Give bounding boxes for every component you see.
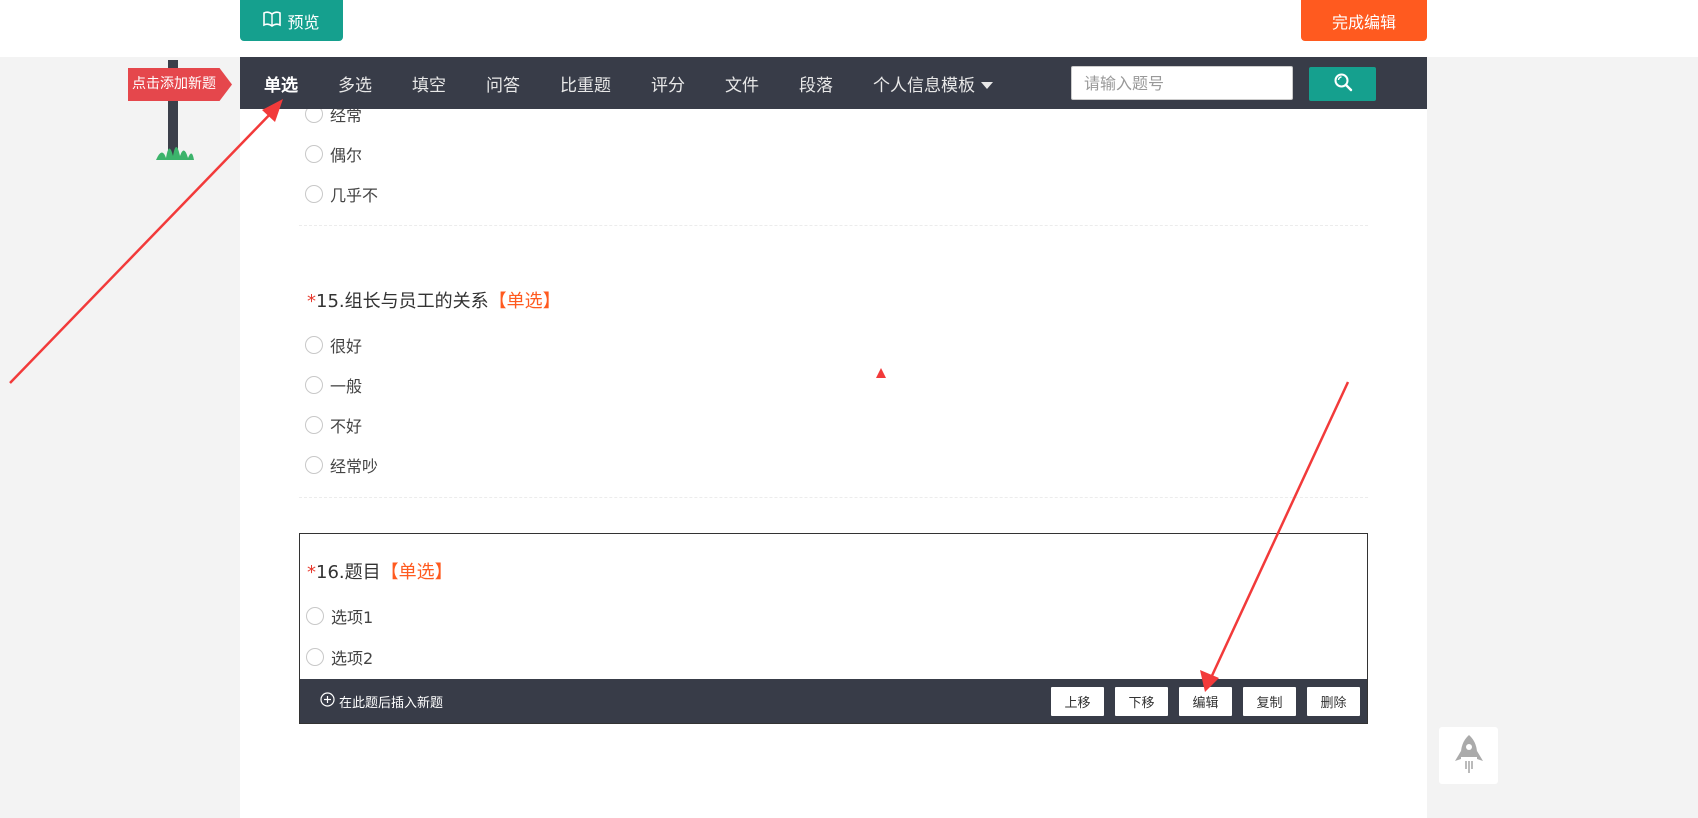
delete-button[interactable]: 删除 — [1307, 687, 1360, 716]
radio-button[interactable] — [305, 145, 323, 163]
copy-label: 复制 — [1256, 696, 1283, 711]
add-question-signpost: 点击添加新题 — [126, 60, 236, 166]
finish-editing-button[interactable]: 完成编辑 — [1301, 0, 1427, 41]
option-row[interactable]: 经常吵 — [305, 453, 378, 477]
signpost-label[interactable]: 点击添加新题 — [128, 68, 232, 101]
move-down-label: 下移 — [1128, 696, 1155, 711]
copy-button[interactable]: 复制 — [1243, 687, 1296, 716]
option-label: 很好 — [330, 337, 363, 356]
tab-paragraph[interactable]: 段落 — [799, 71, 833, 96]
option-row[interactable]: 一般 — [305, 373, 362, 397]
option-label: 经常吵 — [330, 457, 379, 476]
question-action-bar: 在此题后插入新题 上移 下移 编辑 复制 删除 — [300, 679, 1367, 723]
question-type-tag: 【单选】 — [488, 291, 561, 312]
required-mark: * — [307, 291, 316, 312]
tab-multiple-choice[interactable]: 多选 — [338, 71, 372, 96]
option-row[interactable]: 几乎不 — [305, 182, 378, 206]
tab-single-choice[interactable]: 单选 — [264, 71, 298, 96]
tab-fill-blank[interactable]: 填空 — [412, 71, 446, 96]
plus-circle-icon — [320, 691, 335, 711]
edit-button[interactable]: 编辑 — [1179, 687, 1232, 716]
option-row[interactable]: 选项1 — [306, 604, 373, 628]
book-icon — [263, 10, 282, 31]
question-divider — [299, 497, 1368, 498]
search-icon — [1333, 72, 1353, 96]
tab-weighting[interactable]: 比重题 — [560, 71, 611, 96]
option-label: 几乎不 — [330, 186, 379, 205]
selected-question-box[interactable]: *16.题目【单选】 选项1 选项2 在此题后插入新题 上移 下移 编辑 复制 … — [299, 533, 1368, 724]
option-row[interactable]: 很好 — [305, 333, 362, 357]
finish-label: 完成编辑 — [1331, 12, 1396, 32]
move-down-button[interactable]: 下移 — [1115, 687, 1168, 716]
delete-label: 删除 — [1320, 696, 1347, 711]
option-label: 选项2 — [331, 649, 374, 668]
question-text: 15.组长与员工的关系 — [316, 291, 489, 312]
radio-button[interactable] — [306, 607, 324, 625]
back-to-top-button[interactable] — [1439, 727, 1498, 784]
radio-button[interactable] — [305, 456, 323, 474]
required-mark: * — [307, 562, 316, 583]
edit-label: 编辑 — [1192, 696, 1219, 711]
question-title[interactable]: *15.组长与员工的关系【单选】 — [307, 287, 561, 313]
radio-button[interactable] — [305, 185, 323, 203]
tab-personal-info-template[interactable]: 个人信息模板 — [873, 71, 993, 96]
preview-label: 预览 — [287, 12, 320, 32]
radio-button[interactable] — [305, 376, 323, 394]
chevron-down-icon — [981, 82, 993, 89]
option-label: 不好 — [330, 417, 363, 436]
option-row[interactable]: 偶尔 — [305, 142, 362, 166]
preview-button[interactable]: 预览 — [240, 0, 343, 41]
option-row[interactable]: 不好 — [305, 413, 362, 437]
radio-button[interactable] — [305, 416, 323, 434]
tab-rating[interactable]: 评分 — [651, 71, 685, 96]
option-label: 选项1 — [331, 608, 374, 627]
question-number-search-input[interactable] — [1071, 66, 1293, 100]
question-text: 16.题目 — [316, 562, 381, 583]
question-divider — [299, 225, 1368, 226]
insert-label: 在此题后插入新题 — [339, 695, 444, 711]
question-title[interactable]: *16.题目【单选】 — [307, 558, 453, 584]
radio-button[interactable] — [305, 336, 323, 354]
tab-question-answer[interactable]: 问答 — [486, 71, 520, 96]
search-button[interactable] — [1309, 67, 1376, 101]
tab-file[interactable]: 文件 — [725, 71, 759, 96]
radio-button[interactable] — [306, 648, 324, 666]
rocket-icon — [1453, 733, 1485, 779]
option-label: 偶尔 — [330, 146, 363, 165]
insert-question-after-link[interactable]: 在此题后插入新题 — [320, 679, 443, 723]
option-label: 一般 — [330, 377, 363, 396]
move-up-button[interactable]: 上移 — [1051, 687, 1104, 716]
question-type-nav: 单选 多选 填空 问答 比重题 评分 文件 段落 个人信息模板 — [240, 57, 1427, 109]
option-row[interactable]: 选项2 — [306, 645, 373, 669]
question-type-tag: 【单选】 — [380, 562, 453, 583]
move-up-label: 上移 — [1064, 696, 1091, 711]
tab-personal-info-label: 个人信息模板 — [873, 75, 975, 96]
